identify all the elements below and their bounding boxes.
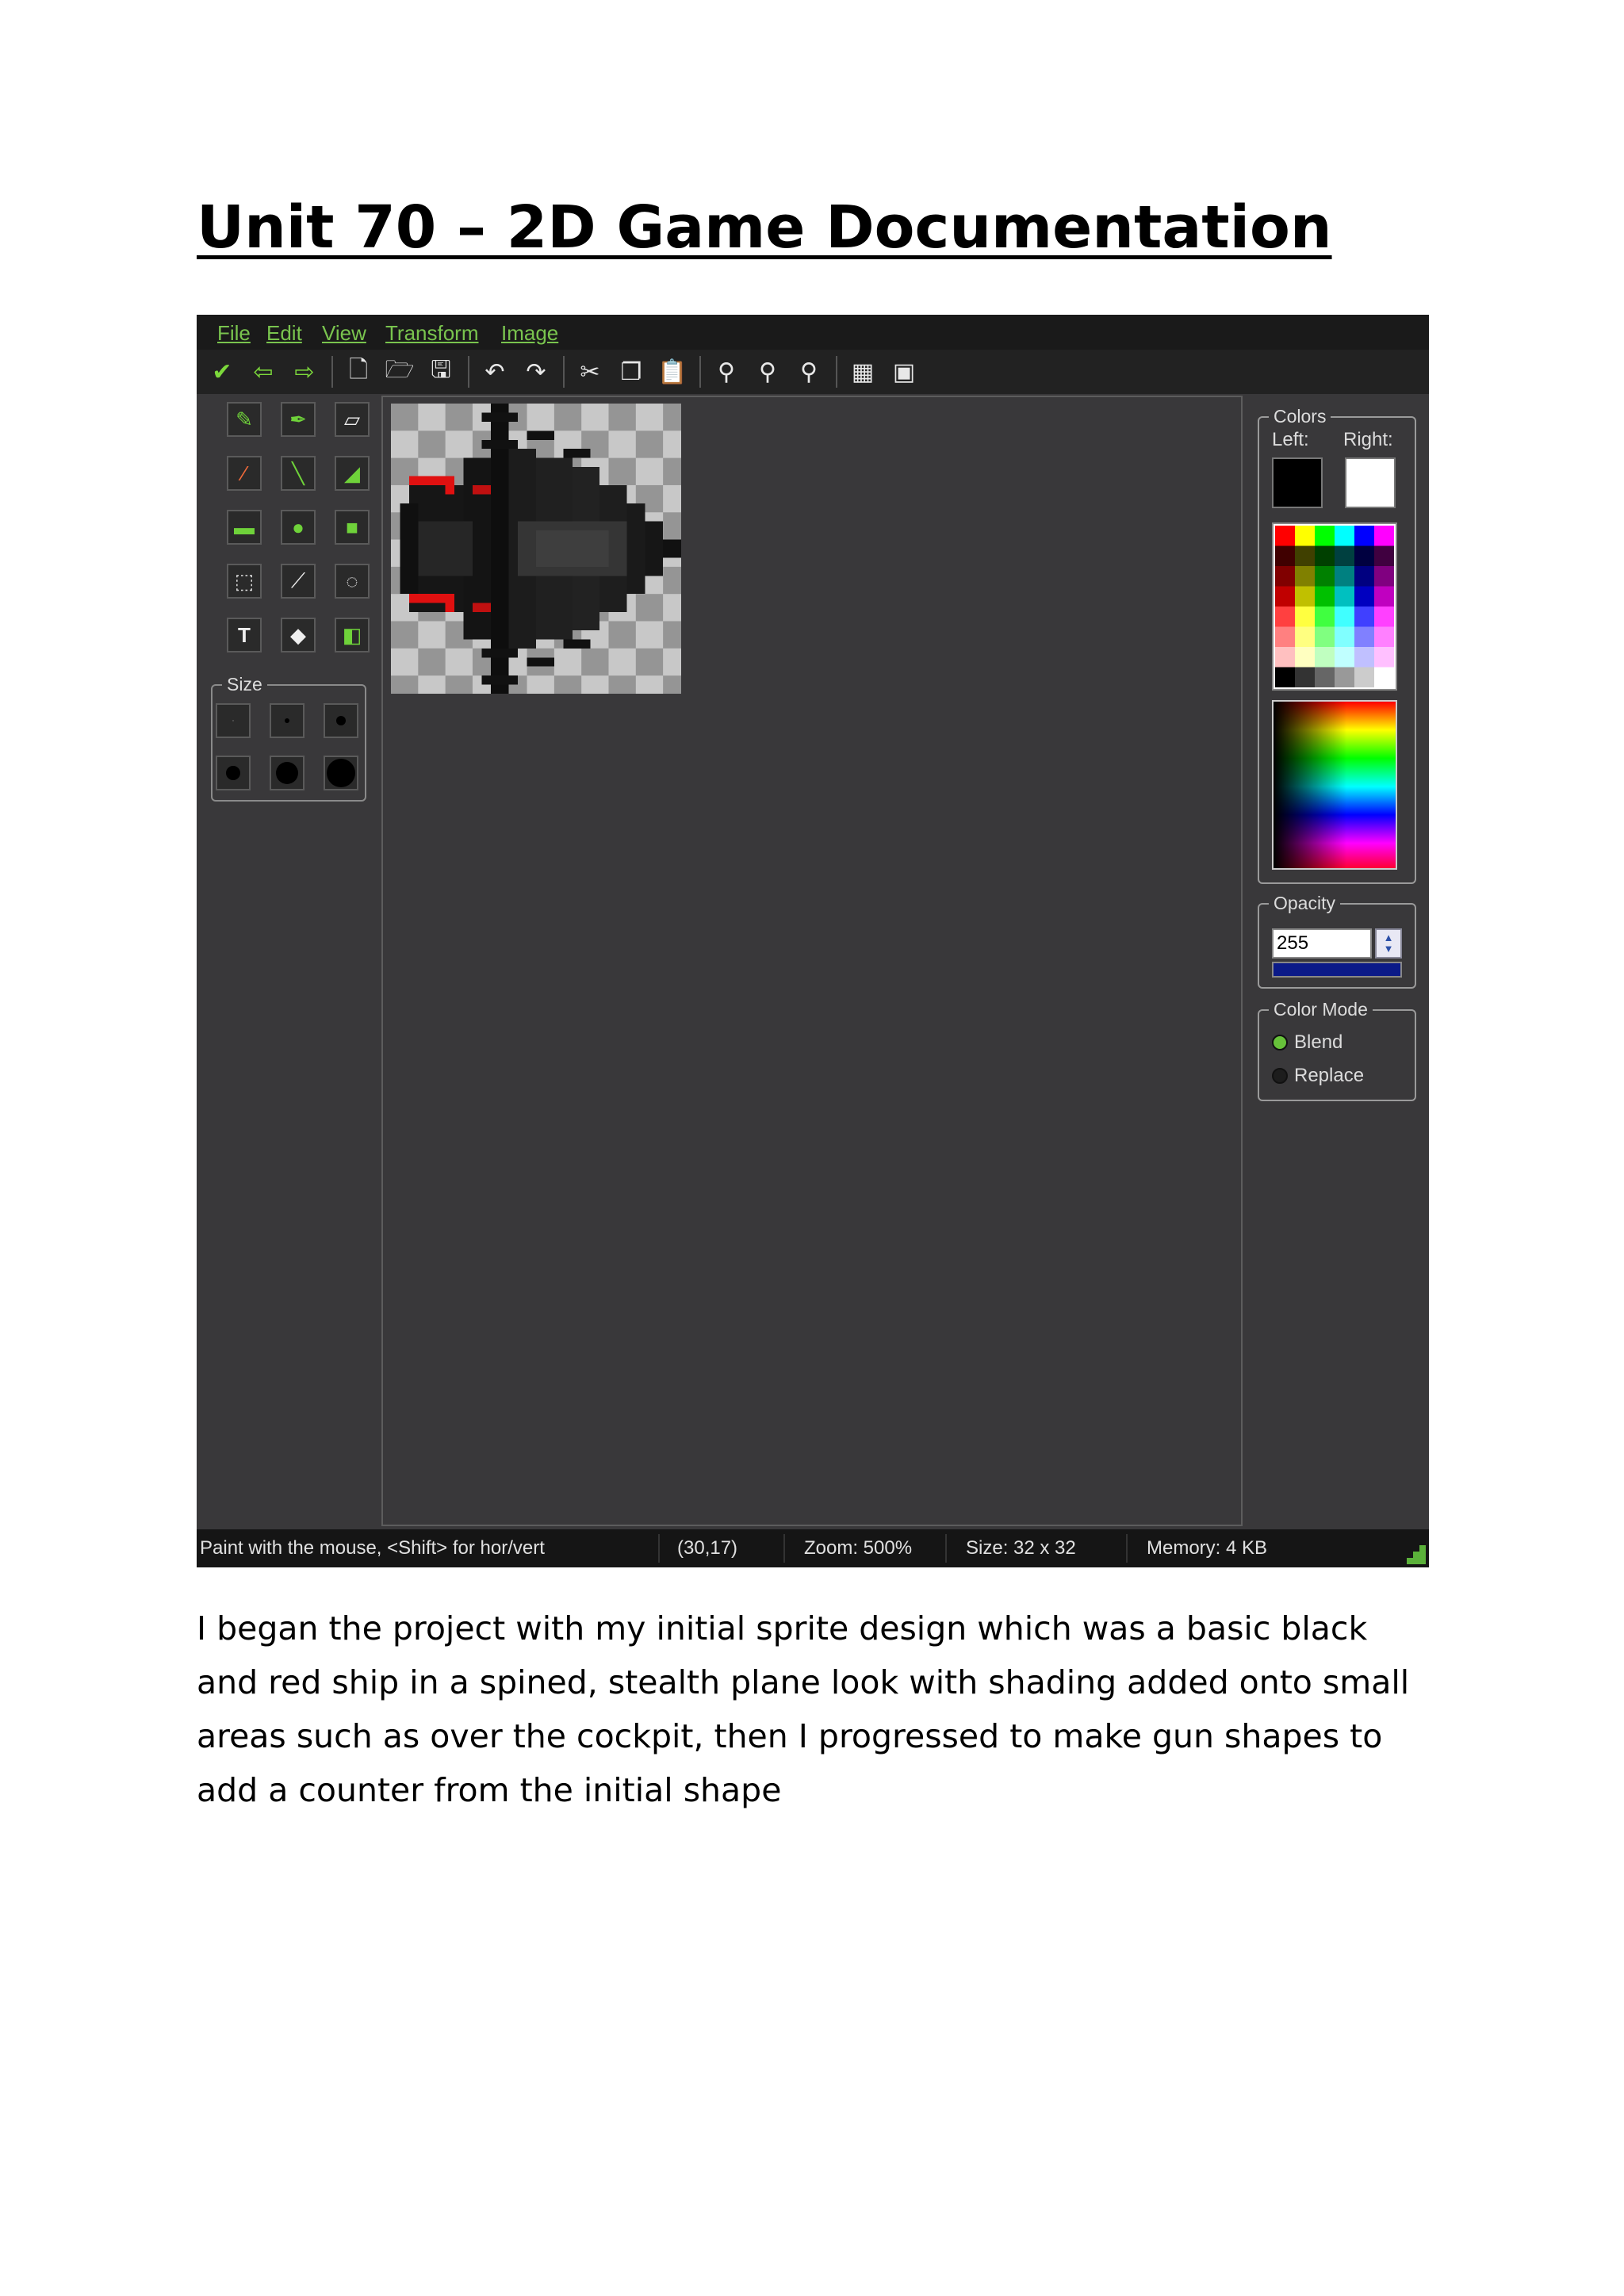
check-icon[interactable]: ✔ [206, 356, 238, 388]
size-4-button[interactable] [216, 756, 251, 790]
status-hint: Paint with the mouse, <Shift> for hor/ve… [200, 1537, 545, 1559]
line-tool-icon[interactable]: ╲ [281, 456, 316, 491]
status-size: Size: 32 x 32 [966, 1537, 1076, 1559]
toolbar-separator [699, 356, 701, 388]
document-caption: I began the project with my initial spri… [197, 1609, 1410, 1809]
ellipse-tool-icon[interactable]: ● [281, 510, 316, 545]
opacity-label: Opacity [1269, 892, 1340, 914]
menu-file[interactable]: File [217, 321, 251, 346]
toolbar-separator [331, 356, 333, 388]
rounded-rect-tool-icon[interactable]: ■ [335, 510, 370, 545]
color-mode-label: Color Mode [1269, 998, 1373, 1020]
colors-group: Colors Left: Right: [1258, 405, 1416, 884]
size-group: Size [211, 673, 366, 802]
zoom-in-icon[interactable]: ⚲ [710, 356, 742, 388]
size-3-button[interactable] [324, 703, 358, 738]
menu-edit[interactable]: Edit [266, 321, 302, 346]
status-memory: Memory: 4 KB [1147, 1537, 1268, 1559]
opacity-spinner[interactable]: ▲ ▼ [1375, 928, 1402, 959]
spin-down-icon[interactable]: ▼ [1384, 943, 1394, 955]
status-separator [783, 1534, 785, 1563]
zoom-reset-icon[interactable]: ⚲ [793, 356, 825, 388]
toolbar-separator [563, 356, 565, 388]
color-mode-group: Color Mode Blend Replace [1258, 998, 1416, 1101]
resize-grip-icon[interactable] [1407, 1545, 1426, 1564]
right-color-swatch[interactable] [1345, 457, 1396, 508]
size-2-button[interactable] [270, 703, 304, 738]
opacity-field[interactable] [1272, 928, 1372, 959]
status-bar: Paint with the mouse, <Shift> for hor/ve… [197, 1529, 1429, 1567]
clear-tool-icon[interactable]: ◆ [281, 618, 316, 652]
document-title: Unit 70 – 2D Game Documentation [197, 193, 1332, 262]
colors-label: Colors [1269, 405, 1331, 427]
rectangle-tool-icon[interactable]: ▬ [227, 510, 262, 545]
menu-bar: File Edit View Transform Image [197, 315, 1429, 350]
paste-icon[interactable]: 📋 [657, 356, 688, 388]
status-separator [658, 1534, 660, 1563]
forward-arrow-icon[interactable]: ⇨ [289, 356, 320, 388]
text-tool-icon[interactable]: T [227, 618, 262, 652]
image-icon[interactable]: ▣ [888, 356, 920, 388]
blend-radio[interactable] [1272, 1035, 1288, 1050]
opacity-bar [1272, 962, 1402, 978]
grid-icon[interactable]: ▦ [847, 356, 879, 388]
import-tool-icon[interactable]: ◧ [335, 618, 370, 652]
left-color-swatch[interactable] [1272, 457, 1323, 508]
back-arrow-icon[interactable]: ⇦ [247, 356, 279, 388]
select-rect-tool-icon[interactable]: ⬚ [227, 564, 262, 599]
size-6-button[interactable] [324, 756, 358, 790]
copy-icon[interactable]: ❐ [615, 356, 647, 388]
status-coords: (30,17) [677, 1537, 738, 1559]
menu-transform[interactable]: Transform [385, 321, 479, 346]
size-label: Size [222, 673, 267, 695]
status-zoom: Zoom: 500% [804, 1537, 913, 1559]
replace-label: Replace [1294, 1065, 1365, 1086]
canvas-area[interactable] [381, 396, 1243, 1526]
left-color-label: Left: [1272, 429, 1309, 450]
save-icon[interactable]: 🖫 [425, 356, 457, 388]
color-spectrum[interactable] [1272, 700, 1397, 870]
pencil-tool-icon[interactable]: ✎ [227, 402, 262, 437]
pen-tool-icon[interactable]: ✒ [281, 402, 316, 437]
opacity-group: Opacity ▲ ▼ [1258, 892, 1416, 989]
fill-tool-icon[interactable]: ◢ [335, 456, 370, 491]
eraser-tool-icon[interactable]: ▱ [335, 402, 370, 437]
color-palette[interactable] [1272, 522, 1397, 691]
sprite-canvas[interactable] [391, 404, 681, 694]
cut-icon[interactable]: ✂ [574, 356, 606, 388]
open-file-icon[interactable]: 🗁 [384, 356, 416, 388]
color-picker-tool-icon[interactable]: ⟋ [281, 564, 316, 599]
new-file-icon[interactable]: 🗋 [343, 356, 374, 388]
blend-label: Blend [1294, 1031, 1343, 1053]
redo-icon[interactable]: ↷ [520, 356, 552, 388]
paint-app-window: File Edit View Transform Image ✔ ⇦ ⇨ 🗋 🗁… [197, 315, 1429, 1567]
menu-image[interactable]: Image [501, 321, 558, 346]
size-5-button[interactable] [270, 756, 304, 790]
status-separator [1126, 1534, 1128, 1563]
right-color-label: Right: [1343, 429, 1393, 450]
zoom-out-icon[interactable]: ⚲ [752, 356, 783, 388]
select-ellipse-tool-icon[interactable]: ◌ [335, 564, 370, 599]
size-1-button[interactable] [216, 703, 251, 738]
menu-view[interactable]: View [322, 321, 366, 346]
status-separator [945, 1534, 947, 1563]
spin-up-icon[interactable]: ▲ [1384, 932, 1394, 943]
replace-radio[interactable] [1272, 1068, 1288, 1084]
brush-tool-icon[interactable]: ⁄ [227, 456, 262, 491]
toolbar-separator [468, 356, 469, 388]
undo-icon[interactable]: ↶ [479, 356, 511, 388]
toolbar: ✔ ⇦ ⇨ 🗋 🗁 🖫 ↶ ↷ ✂ ❐ 📋 ⚲ ⚲ ⚲ ▦ ▣ [197, 350, 1429, 394]
toolbar-separator [836, 356, 837, 388]
